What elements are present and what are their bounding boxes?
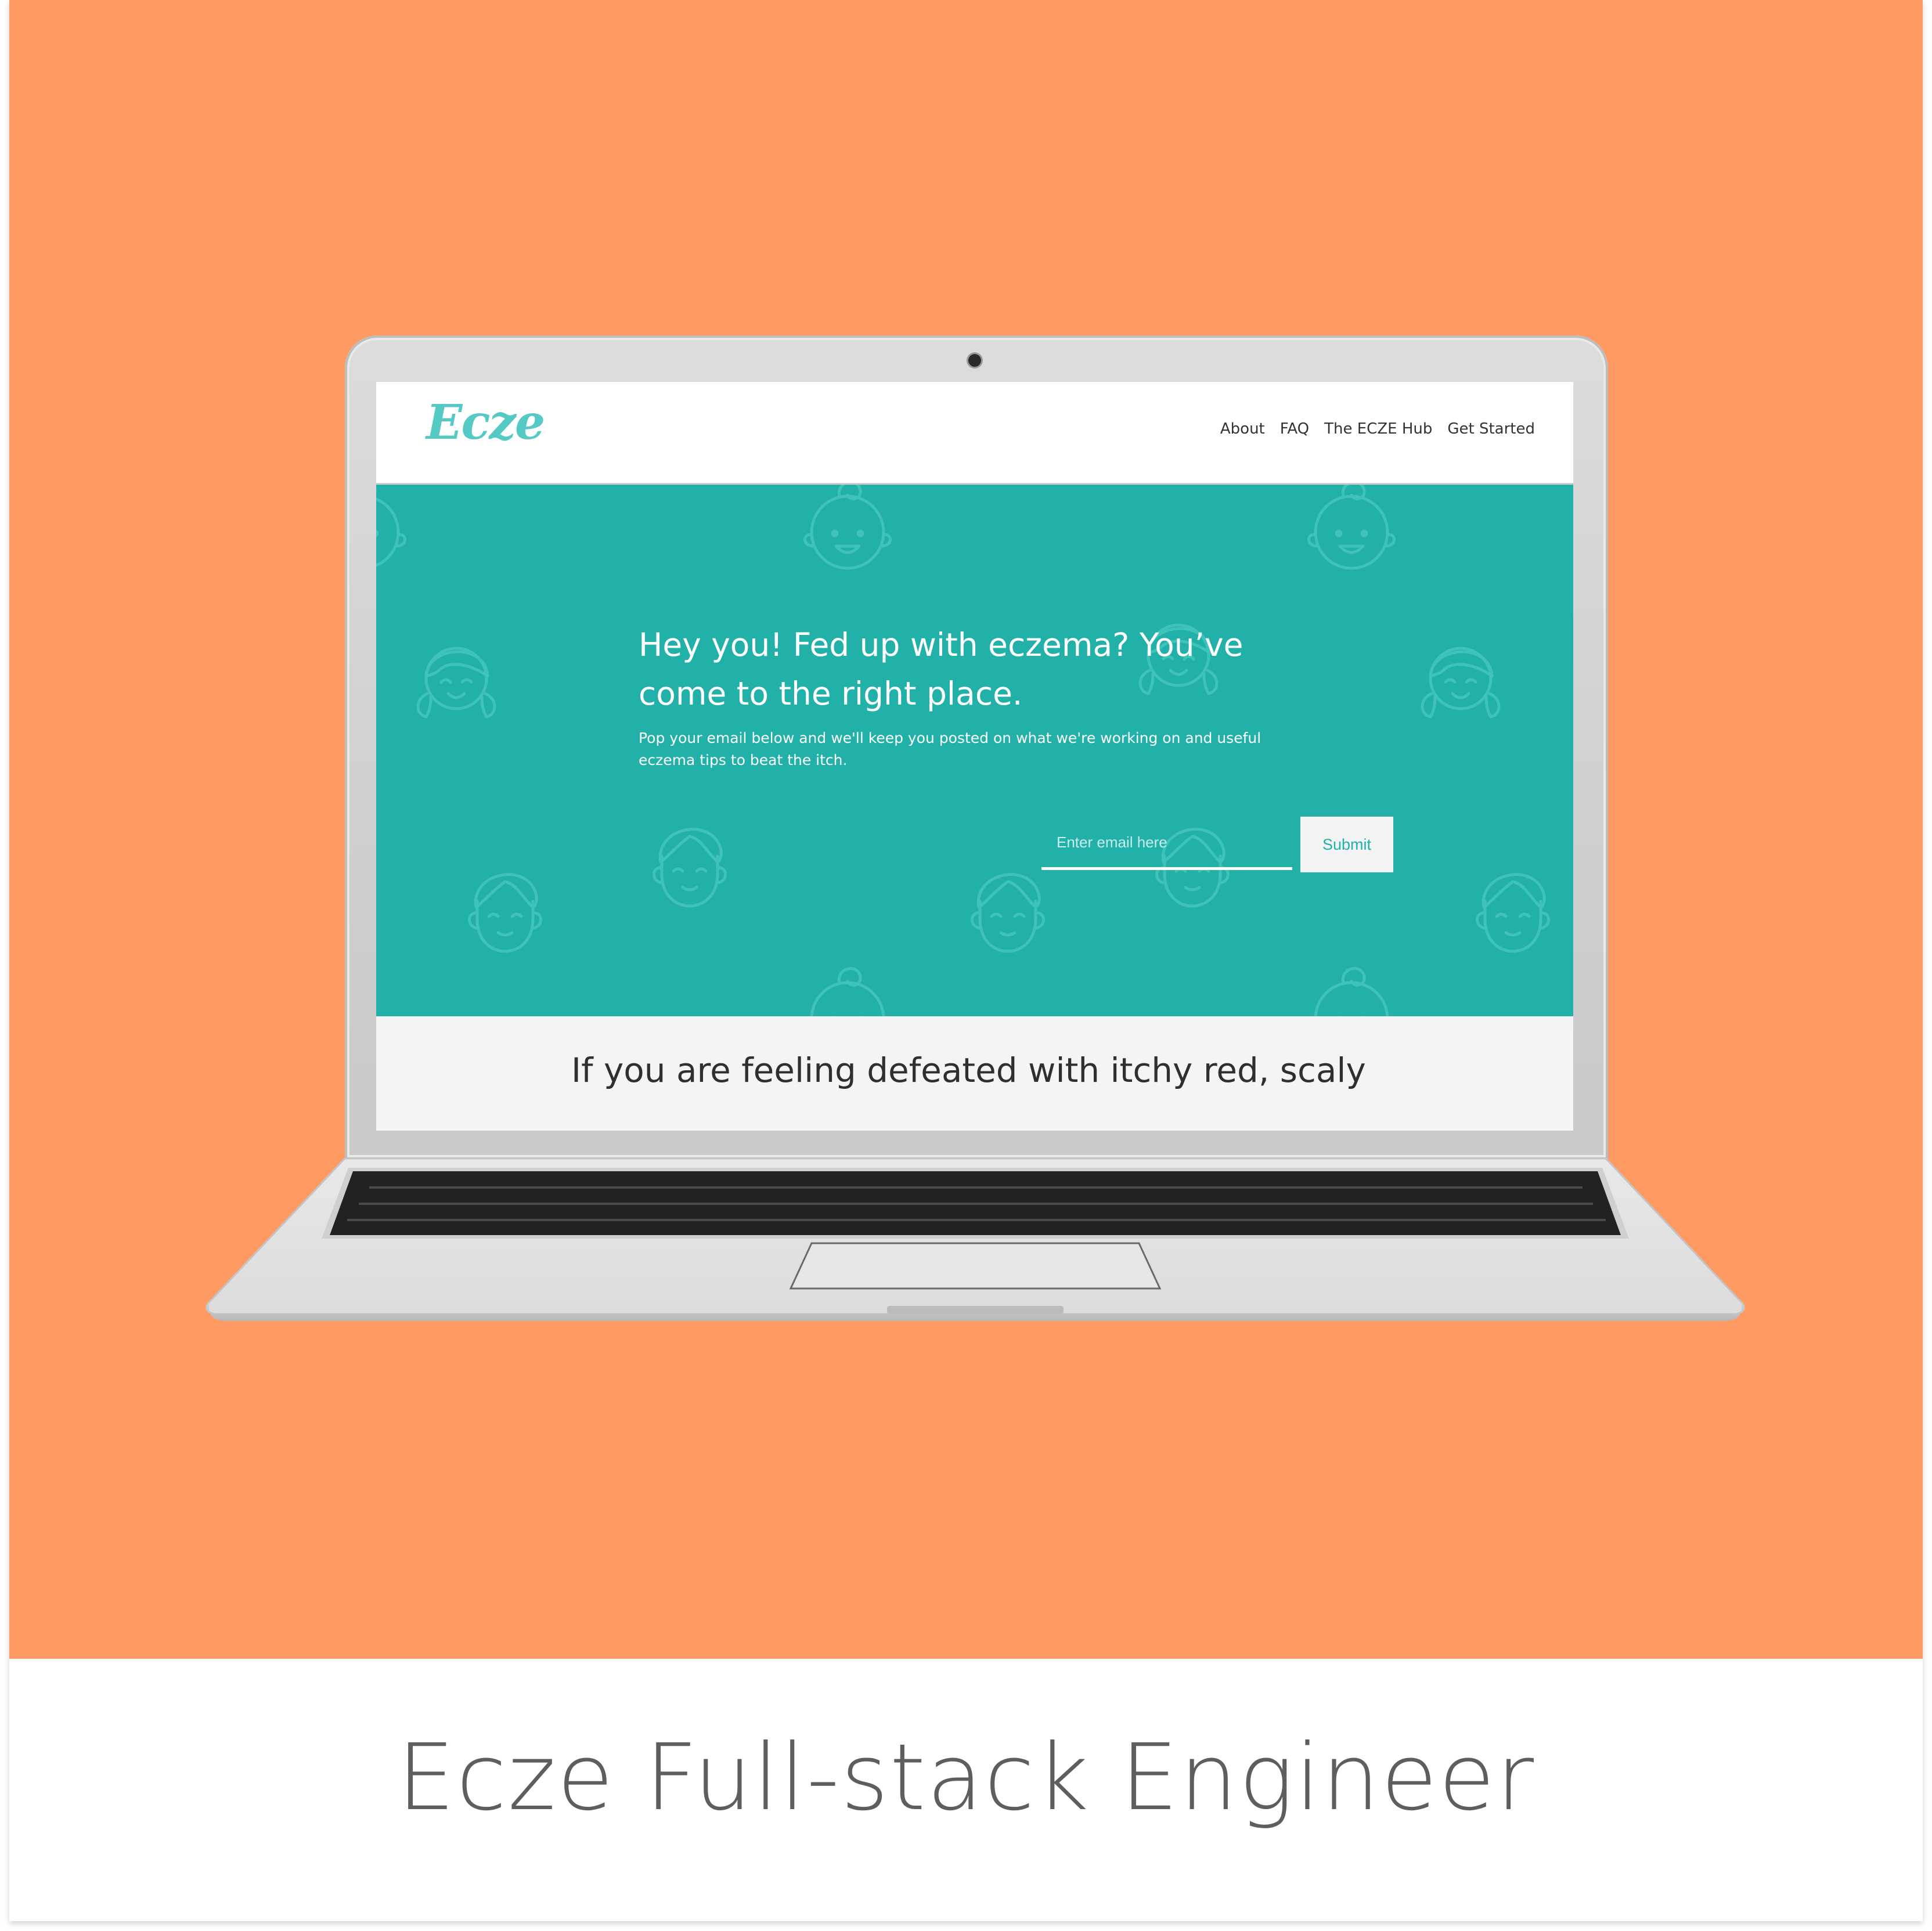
boy-face-icon [470, 875, 541, 951]
baby-face-icon [805, 969, 890, 1016]
trackpad[interactable] [789, 1242, 1162, 1290]
girl-face-icon [418, 648, 495, 717]
laptop-screen: Ecze About FAQ The ECZE Hub Get Started [376, 382, 1573, 1131]
site-header: Ecze About FAQ The ECZE Hub Get Started [376, 382, 1573, 485]
hero-title: Hey you! Fed up with eczema? You’ve come … [639, 620, 1306, 718]
boy-face-icon [654, 829, 726, 906]
hero-section: Hey you! Fed up with eczema? You’ve come … [376, 485, 1573, 1016]
nav-get-started[interactable]: Get Started [1447, 420, 1535, 438]
email-input[interactable] [1041, 818, 1292, 870]
section-title: If you are feeling defeated with itchy r… [571, 1051, 1366, 1090]
nav-ecze-hub[interactable]: The ECZE Hub [1324, 420, 1432, 438]
baby-face-icon [1309, 485, 1394, 568]
caption-text: Ecze Full-stack Engineer [397, 1724, 1535, 1831]
orange-backdrop: Ecze About FAQ The ECZE Hub Get Started [9, 0, 1923, 1659]
boy-face-icon [1477, 875, 1549, 951]
ecze-logo[interactable]: Ecze [426, 395, 545, 450]
webcam-icon [968, 354, 981, 367]
nav-faq[interactable]: FAQ [1280, 420, 1309, 438]
main-nav: About FAQ The ECZE Hub Get Started [1220, 420, 1535, 438]
keyboard-deck [206, 1157, 1745, 1321]
baby-face-icon [376, 485, 405, 568]
submit-button[interactable]: Submit [1300, 817, 1393, 872]
laptop-base [201, 1156, 1750, 1324]
girl-face-icon [1422, 648, 1499, 717]
hero-subtitle: Pop your email below and we'll keep you … [639, 730, 1261, 768]
hero-title-line2: come to the right place. [639, 675, 1023, 712]
laptop-lid: Ecze About FAQ The ECZE Hub Get Started [345, 335, 1608, 1160]
baby-face-icon [1309, 969, 1394, 1016]
boy-face-icon [972, 875, 1044, 951]
caption-bar: Ecze Full-stack Engineer [9, 1659, 1923, 1920]
hero-title-line1: Hey you! Fed up with eczema? You’ve [639, 626, 1243, 663]
baby-face-icon [805, 485, 890, 568]
nav-about[interactable]: About [1220, 420, 1265, 438]
